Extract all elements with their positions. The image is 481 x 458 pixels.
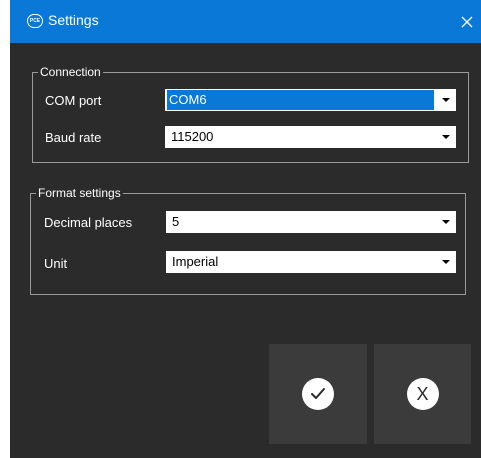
- title-bar: PCE Settings: [10, 0, 481, 43]
- baud-rate-value: 115200: [171, 129, 214, 144]
- chevron-down-icon[interactable]: [436, 211, 456, 233]
- app-logo: PCE: [27, 14, 43, 28]
- format-settings-groupbox: Format settings Decimal places 5 Unit Im…: [30, 185, 466, 295]
- decimal-places-label: Decimal places: [44, 215, 133, 230]
- com-port-value: COM6: [167, 90, 434, 110]
- unit-label: Unit: [44, 256, 68, 271]
- cancel-icon: X: [406, 378, 439, 410]
- com-port-label: COM port: [45, 93, 102, 108]
- connection-legend: Connection: [38, 64, 103, 80]
- decimal-places-value: 5: [172, 214, 180, 229]
- close-icon: [461, 16, 473, 27]
- cancel-label: X: [416, 384, 429, 404]
- checkmark-icon: [302, 378, 334, 410]
- com-port-select[interactable]: COM6: [165, 89, 456, 111]
- format-settings-legend: Format settings: [36, 185, 123, 201]
- chevron-down-icon[interactable]: [436, 89, 456, 111]
- decimal-places-select[interactable]: 5: [166, 211, 456, 233]
- connection-groupbox: Connection COM port COM6 Baud rate 11520…: [32, 64, 469, 163]
- window-title: Settings: [48, 12, 99, 28]
- baud-rate-label: Baud rate: [45, 130, 102, 145]
- chevron-down-icon[interactable]: [436, 126, 456, 148]
- unit-select[interactable]: Imperial: [166, 251, 456, 273]
- confirm-button[interactable]: [269, 344, 367, 444]
- chevron-down-icon[interactable]: [436, 251, 456, 273]
- cancel-button[interactable]: X: [374, 344, 471, 444]
- close-button[interactable]: [453, 0, 481, 43]
- baud-rate-select[interactable]: 115200: [165, 126, 456, 148]
- unit-value: Imperial: [172, 254, 219, 269]
- settings-window: PCE Settings Connection COM port COM6 Ba…: [10, 0, 481, 458]
